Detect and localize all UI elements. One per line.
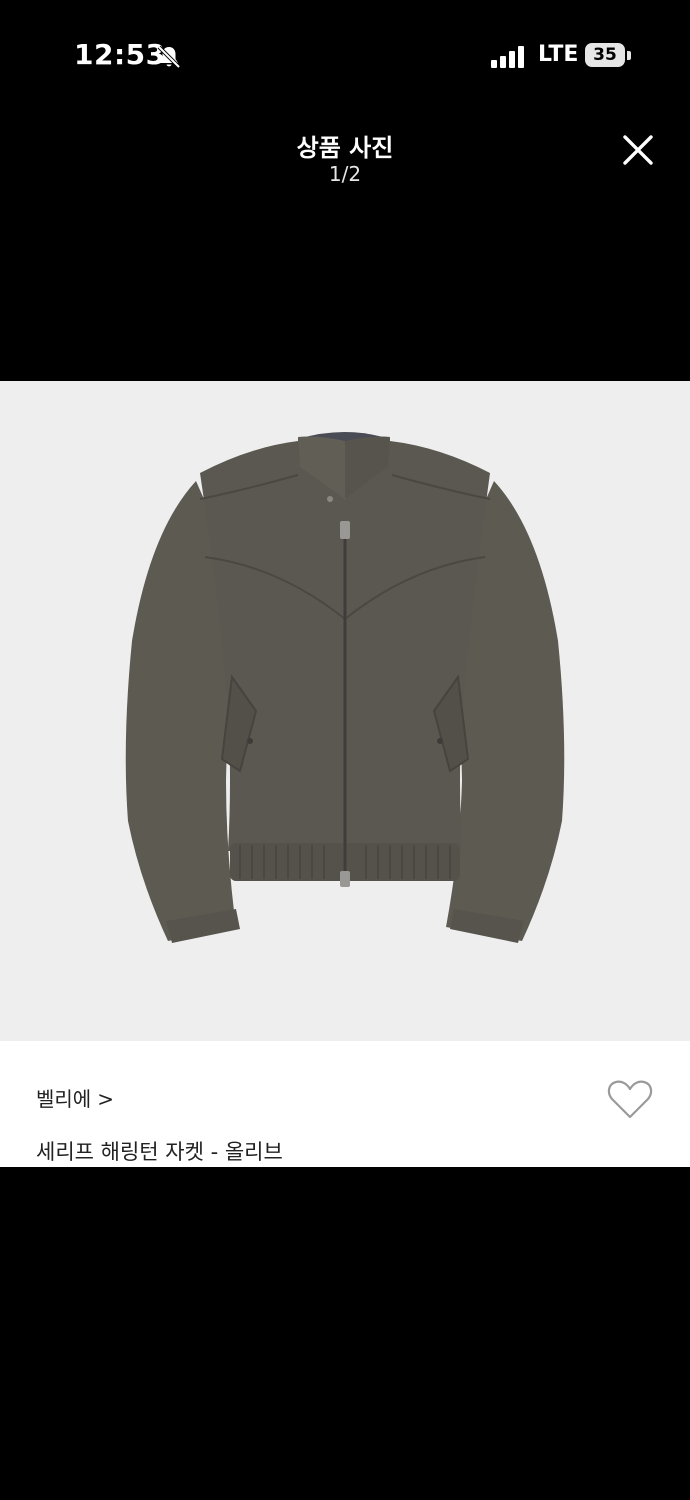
heart-icon[interactable]: [606, 1077, 654, 1121]
battery-tip: [627, 51, 631, 60]
page-counter: 1/2: [328, 162, 362, 186]
jacket-image: [125, 432, 565, 943]
chevron-right-icon: >: [97, 1087, 114, 1111]
network-label: LTE: [538, 42, 579, 67]
product-info-card: 벨리에 > 세리프 해링턴 자켓 - 올리브: [0, 1041, 690, 1167]
product-photo[interactable]: [0, 381, 690, 1041]
battery-icon: 35: [585, 43, 625, 67]
status-time: 12:53: [74, 38, 166, 71]
bell-slash-icon: [157, 45, 181, 69]
product-name: 세리프 해링턴 자켓 - 올리브: [36, 1140, 283, 1164]
page-title: 상품 사진: [296, 134, 394, 162]
signal-icon: [491, 44, 527, 68]
brand-name: 벨리에: [36, 1087, 92, 1111]
close-icon[interactable]: [616, 128, 660, 172]
status-bar: 12:53 LTE 35: [0, 0, 690, 110]
viewer-header: 상품 사진 1/2: [0, 110, 690, 210]
brand-link[interactable]: 벨리에 >: [36, 1083, 114, 1112]
